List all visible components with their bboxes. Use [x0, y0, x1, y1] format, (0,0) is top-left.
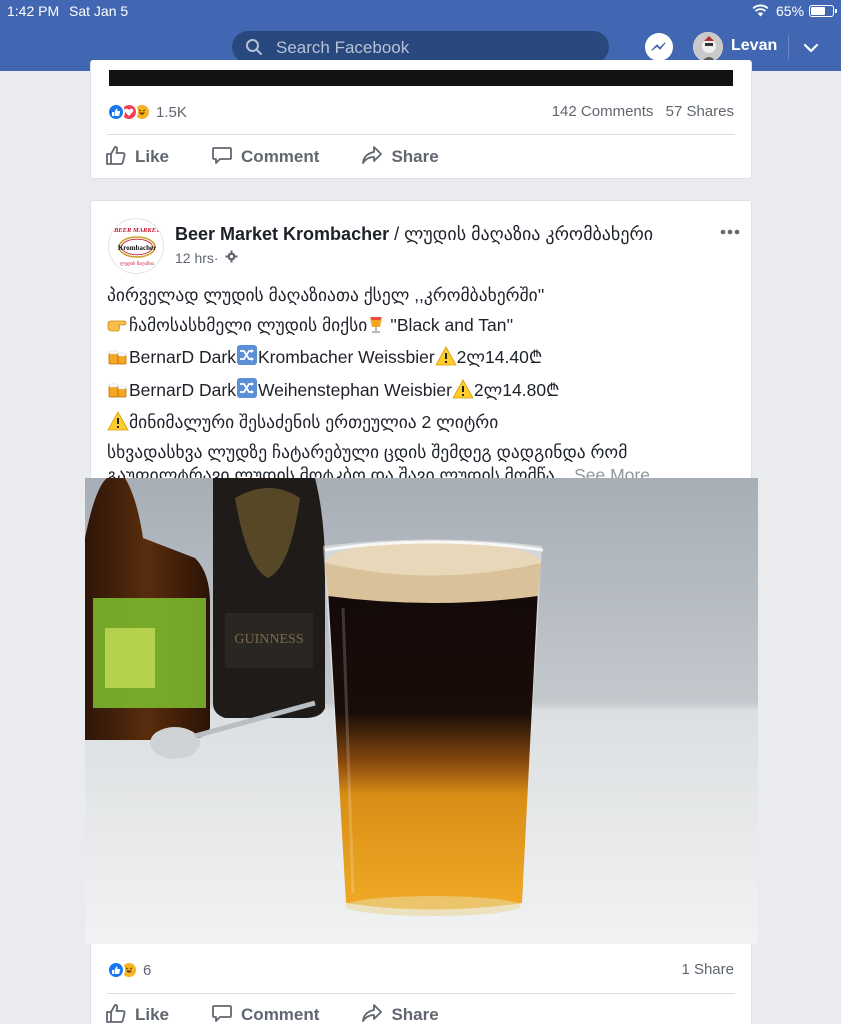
share-icon [361, 144, 391, 171]
previous-post-card: 1.5K 142 Comments 57 Shares Like Comment… [90, 60, 752, 179]
shuffle-icon [236, 377, 258, 409]
post-line-4: BernarD Dark Weihenstephan Weisbier 2ლ14.8… [107, 376, 737, 409]
comment-label: Comment [241, 1005, 320, 1024]
status-time: 1:42 PM [7, 3, 60, 19]
share-label: Share [391, 147, 439, 166]
warning-icon [434, 346, 457, 376]
more-options-icon[interactable] [719, 223, 741, 241]
status-date: Sat Jan 5 [69, 3, 129, 19]
tropical-drink-icon [367, 314, 385, 344]
divider [107, 134, 735, 135]
action-bar: Like Comment Share [105, 144, 481, 170]
post-line-2: ჩამოსასხმელი ლუდის მიქსი ''Black and Tan… [107, 311, 737, 344]
reaction-summary[interactable]: 6 [107, 960, 151, 980]
post-line-3-b: Krombacher Weissbier [257, 347, 435, 367]
previous-post-image [109, 70, 733, 86]
divider [107, 993, 735, 994]
post-stats: 142 Comments 57 Shares [544, 103, 734, 120]
comment-icon [211, 144, 241, 171]
logo-bottom-text: ლუდის მაღაზია [120, 260, 155, 267]
post-line-5: მინიმალური შესაძენის ერთეულია 2 ლიტრი [107, 408, 737, 441]
shares-count[interactable]: 57 Shares [666, 103, 734, 120]
chevron-down-icon[interactable] [803, 40, 819, 58]
shuffle-icon [236, 344, 258, 376]
post-timestamp[interactable]: 12 hrs · [175, 250, 238, 266]
post-time-text: 12 hrs [175, 250, 214, 266]
reaction-summary[interactable]: 1.5K [107, 102, 187, 122]
comment-icon [211, 1002, 241, 1024]
post-line-6: სხვადასხვა ლუდზე ჩატარებული ცდის შემდეგ … [107, 441, 628, 462]
post-line-3-a: BernarD Dark [129, 347, 236, 367]
reaction-count: 6 [143, 961, 152, 979]
like-icon [107, 961, 125, 979]
avatar[interactable] [693, 32, 723, 62]
search-placeholder: Search Facebook [276, 38, 410, 57]
thumbs-up-icon [105, 1002, 135, 1024]
share-icon [361, 1002, 391, 1024]
comment-label: Comment [241, 147, 320, 166]
page-logo[interactable]: BEER MARKET Krombacher ლუდის მაღაზია [108, 218, 164, 274]
post-image[interactable]: GUINNESS [85, 478, 758, 944]
comment-button[interactable]: Comment [211, 144, 319, 171]
gear-icon [225, 250, 238, 266]
like-label: Like [135, 1005, 170, 1024]
search-bar[interactable]: Search Facebook [232, 31, 609, 63]
post-line-4-a: BernarD Dark [129, 379, 236, 400]
post-line-4-c: 2ლ14.80₾ [473, 379, 560, 400]
comments-count[interactable]: 142 Comments [552, 103, 654, 120]
share-button[interactable]: Share [361, 144, 439, 171]
battery-icon [809, 5, 837, 17]
action-bar: Like Comment Share [105, 1002, 481, 1024]
reaction-count: 1.5K [156, 103, 187, 121]
beer-mugs-icon [107, 379, 129, 409]
post-line-3: BernarD Dark Krombacher Weissbier 2ლ14.40₾ [107, 343, 737, 376]
battery-percent: 65% [776, 3, 805, 19]
like-label: Like [135, 147, 170, 166]
like-button[interactable]: Like [105, 1002, 169, 1024]
post-card: BEER MARKET Krombacher ლუდის მაღაზია Bee… [85, 200, 758, 1024]
comment-button[interactable]: Comment [211, 1002, 319, 1024]
page-name[interactable]: Beer Market Krombacher / ლუდის მაღაზია კ… [175, 224, 653, 245]
warning-icon [107, 411, 129, 441]
logo-brand-text: Krombacher [118, 244, 156, 252]
like-icon [107, 103, 125, 121]
post-stats: 1 Share [673, 961, 734, 978]
share-button[interactable]: Share [361, 1002, 439, 1024]
thumbs-up-icon [105, 144, 135, 171]
header-divider [788, 35, 789, 59]
post-line-4-b: Weihenstephan Weisbier [257, 379, 452, 400]
post-line-5-text: მინიმალური შესაძენის ერთეულია 2 ლიტრი [129, 412, 499, 432]
page-name-suffix: / ლუდის მაღაზია კრომბახერი [389, 224, 654, 244]
shares-count[interactable]: 1 Share [681, 961, 734, 978]
post-line-2-tail: ''Black and Tan'' [385, 314, 514, 335]
search-icon [245, 38, 263, 61]
like-button[interactable]: Like [105, 144, 169, 171]
svg-text:GUINNESS: GUINNESS [234, 632, 303, 647]
warning-icon [452, 378, 474, 409]
post-line-3-c: 2ლ14.40₾ [456, 347, 543, 367]
page-name-main[interactable]: Beer Market Krombacher [175, 224, 389, 244]
post-line-1: პირველად ლუდის მაღაზიათა ქსელ ,,კრომბახე… [107, 285, 545, 305]
beer-mugs-icon [107, 346, 129, 376]
post-line-2-text: ჩამოსასხმელი ლუდის მიქსი [129, 314, 368, 335]
post-text: პირველად ლუდის მაღაზიათა ქსელ ,,კრომბახე… [107, 281, 737, 487]
logo-top-text: BEER MARKET [113, 227, 161, 234]
pointing-hand-icon [107, 314, 129, 344]
wifi-icon [752, 4, 769, 22]
messenger-icon[interactable] [645, 33, 673, 61]
share-label: Share [391, 1005, 439, 1024]
user-name[interactable]: Levan [731, 37, 777, 55]
